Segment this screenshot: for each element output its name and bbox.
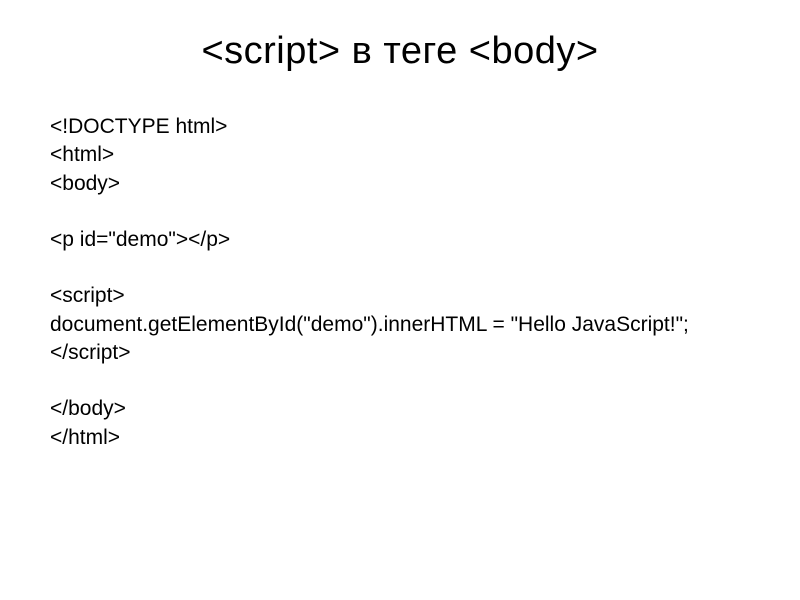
slide-title: <script> в теге <body> xyxy=(50,30,750,73)
blank-line xyxy=(50,367,750,395)
code-line: <html> xyxy=(50,141,750,169)
code-example: <!DOCTYPE html> <html> <body> <p id="dem… xyxy=(50,113,750,452)
blank-line xyxy=(50,254,750,282)
code-line: <script> xyxy=(50,282,750,310)
code-line: document.getElementById("demo").innerHTM… xyxy=(50,311,750,339)
code-line: <body> xyxy=(50,170,750,198)
code-line: <p id="demo"></p> xyxy=(50,226,750,254)
code-line: </script> xyxy=(50,339,750,367)
code-line: </body> xyxy=(50,395,750,423)
blank-line xyxy=(50,198,750,226)
code-line: <!DOCTYPE html> xyxy=(50,113,750,141)
code-line: </html> xyxy=(50,424,750,452)
